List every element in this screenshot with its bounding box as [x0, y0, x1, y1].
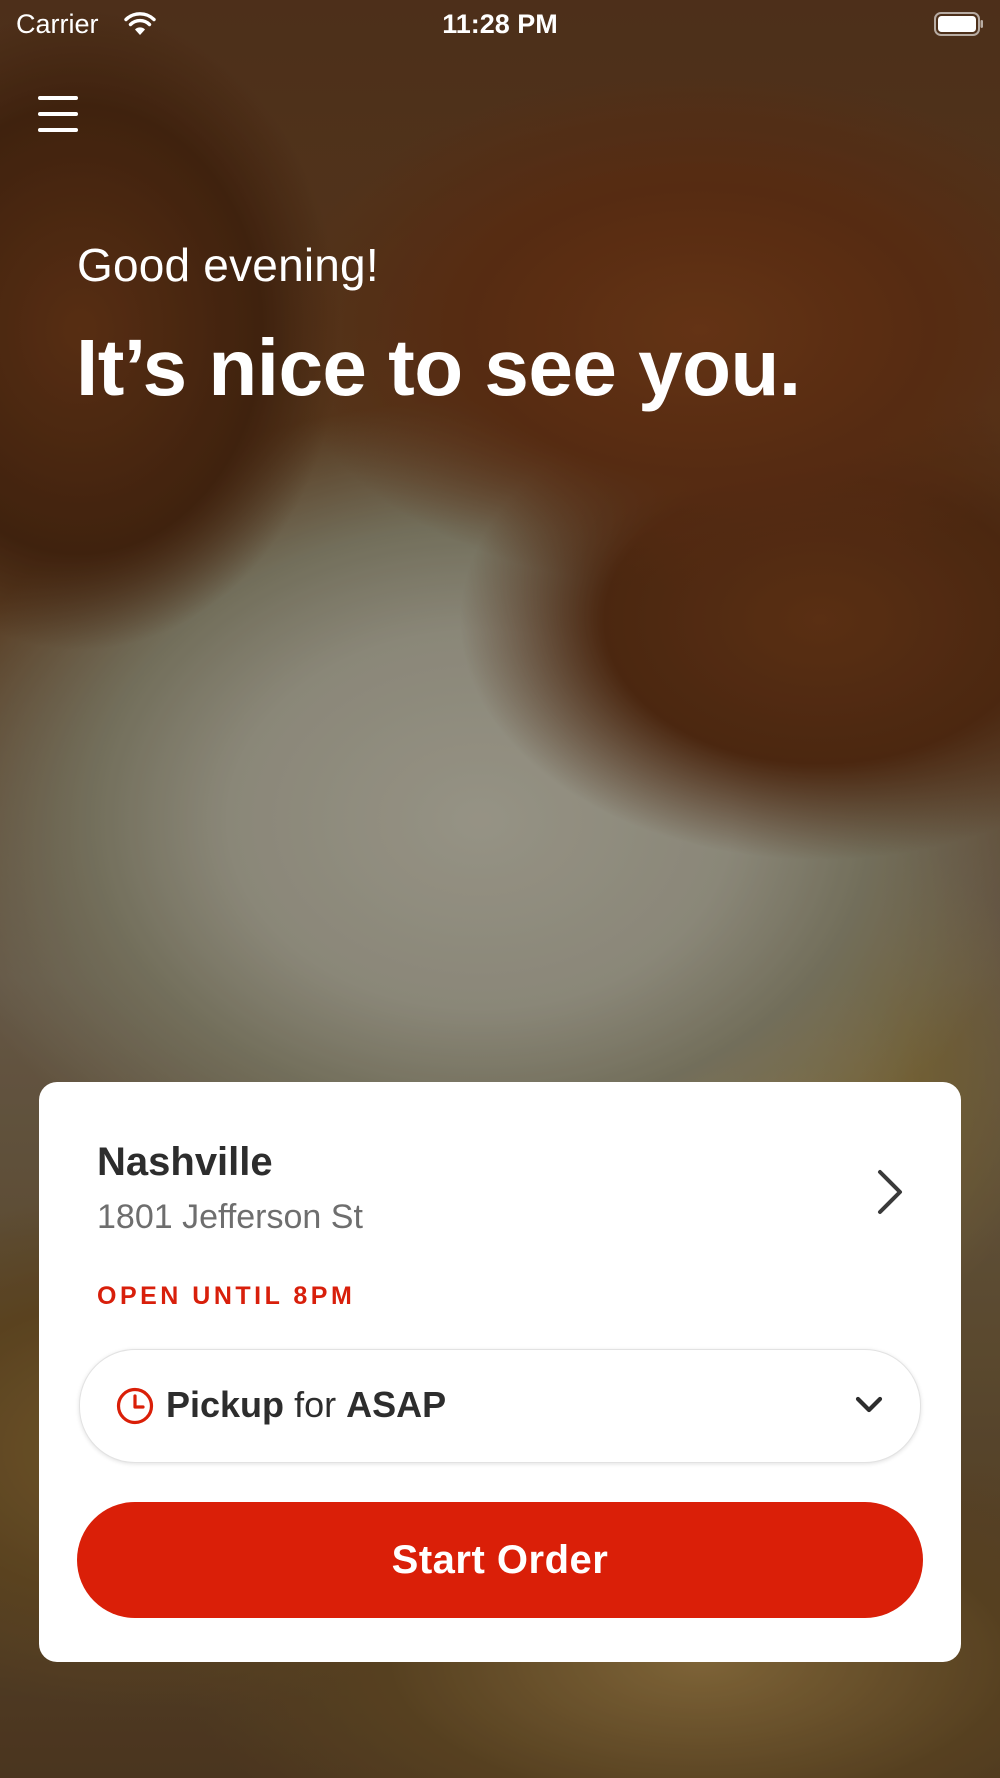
open-status-label: OPEN UNTIL 8PM — [97, 1282, 356, 1310]
location-name: Nashville — [97, 1140, 273, 1184]
location-selector[interactable]: Nashville 1801 Jefferson St — [39, 1082, 961, 1282]
chevron-right-icon — [878, 1170, 902, 1214]
chevron-down-icon — [855, 1396, 883, 1413]
greeting-text: Good evening! — [77, 239, 379, 291]
order-mode-time: ASAP — [346, 1384, 447, 1425]
order-mode-connector: for — [294, 1384, 337, 1425]
battery-full-icon — [934, 12, 983, 36]
order-card: Nashville 1801 Jefferson St OPEN UNTIL 8… — [39, 1082, 961, 1662]
status-bar: Carrier 11:28 PM — [0, 0, 1000, 52]
welcome-headline: It’s nice to see you. — [76, 323, 801, 412]
location-address: 1801 Jefferson St — [97, 1198, 363, 1236]
order-mode-dropdown[interactable]: Pickup for ASAP — [79, 1349, 921, 1463]
order-mode-text: Pickup for ASAP — [166, 1384, 446, 1426]
status-time: 11:28 PM — [442, 9, 558, 39]
hamburger-menu-icon[interactable] — [38, 94, 80, 134]
home-screen: Carrier 11:28 PM Good evening! It’s nice… — [0, 0, 1000, 1778]
start-order-button[interactable]: Start Order — [77, 1502, 923, 1618]
order-mode-type: Pickup — [166, 1384, 285, 1425]
clock-icon — [116, 1387, 154, 1425]
